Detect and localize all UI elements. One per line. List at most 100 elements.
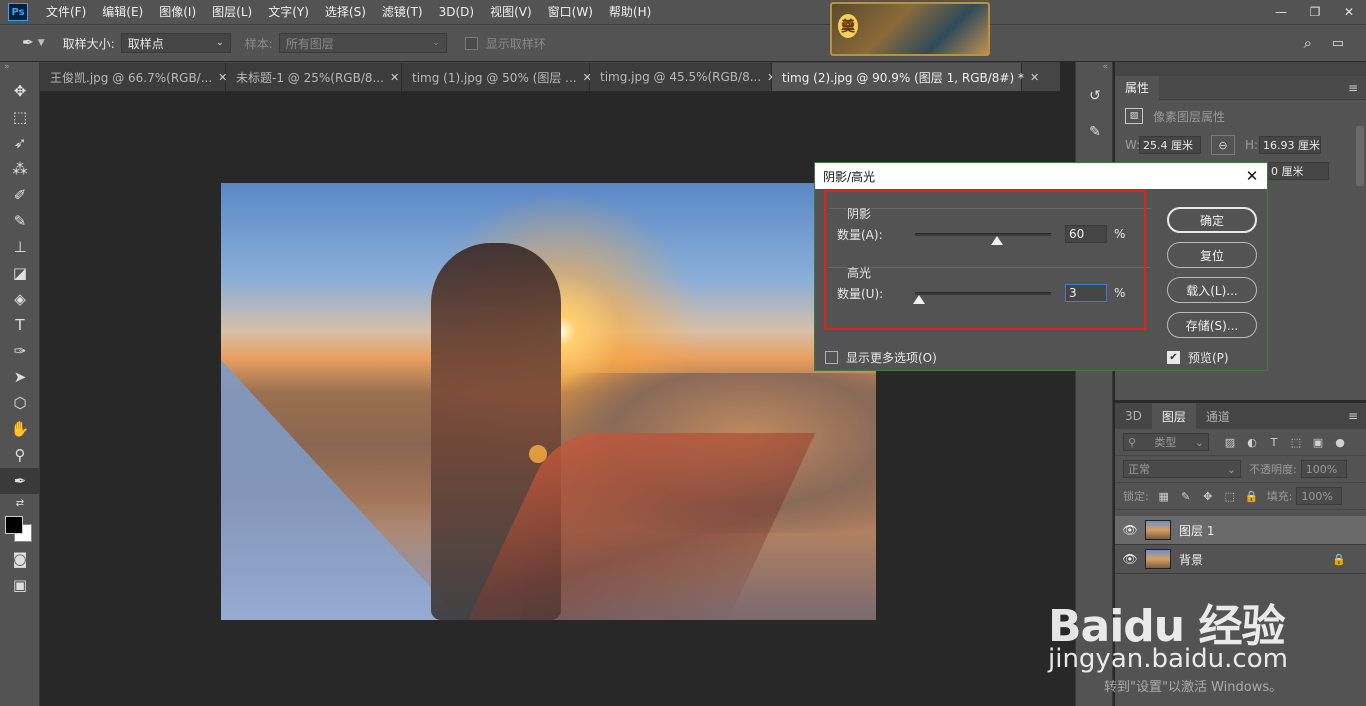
tab-timg-1[interactable]: timg (1).jpg @ 50% (图层 ... ✕: [402, 63, 592, 91]
brush-settings-icon[interactable]: ✎: [1076, 114, 1114, 150]
color-swatches[interactable]: [0, 512, 40, 546]
adjustment-filter-icon[interactable]: ◐: [1245, 436, 1259, 449]
tab-channels[interactable]: 通道: [1196, 403, 1240, 429]
shape-tool-icon[interactable]: ⬡: [0, 390, 40, 416]
load-button[interactable]: 载入(L)...: [1167, 277, 1257, 303]
tab-wangjunkai[interactable]: 王俊凯.jpg @ 66.7%(RGB/... ✕: [40, 63, 227, 91]
move-tool-icon[interactable]: ✥: [0, 78, 40, 104]
chevron-down-icon[interactable]: ▼: [38, 38, 45, 48]
lock-position-icon[interactable]: ✥: [1201, 490, 1215, 503]
fill-field[interactable]: 100%: [1296, 487, 1343, 505]
ok-button[interactable]: 确定: [1167, 207, 1257, 233]
more-options-row[interactable]: 显示更多选项(O): [825, 349, 937, 366]
tab-timg-2[interactable]: timg (2).jpg @ 90.9% (图层 1, RGB/8#) * ✕: [772, 63, 1039, 91]
opacity-field[interactable]: 100%: [1300, 460, 1347, 478]
quick-mask-icon[interactable]: ◙: [0, 546, 40, 572]
minimize-button[interactable]: —: [1264, 0, 1298, 24]
preview-checkbox[interactable]: ✔: [1167, 351, 1180, 364]
shadows-amount-input[interactable]: 60: [1065, 225, 1107, 243]
lock-artboard-icon[interactable]: ⬚: [1223, 490, 1237, 503]
shadows-slider[interactable]: [915, 232, 1051, 245]
highlights-slider-thumb[interactable]: [913, 294, 926, 304]
height-field[interactable]: 16.93 厘米: [1259, 136, 1321, 154]
pixel-filter-icon[interactable]: ▨: [1223, 436, 1237, 449]
layer-row-background[interactable]: 👁 背景 🔒: [1115, 545, 1366, 574]
panel-menu-icon[interactable]: ≡: [1348, 409, 1358, 423]
close-icon[interactable]: ✕: [390, 71, 399, 84]
show-ring-checkbox[interactable]: [464, 36, 478, 50]
save-button[interactable]: 存储(S)...: [1167, 312, 1257, 338]
panel-menu-icon[interactable]: ≡: [1348, 81, 1358, 95]
scrollbar[interactable]: [1356, 126, 1364, 186]
document-image[interactable]: [221, 183, 876, 620]
lock-transparent-icon[interactable]: ▦: [1157, 490, 1171, 503]
eraser-tool-icon[interactable]: ◪: [0, 260, 40, 286]
brush-tool-icon[interactable]: ✎: [0, 208, 40, 234]
banner-emblem: 羹: [838, 14, 858, 38]
pen-tool-icon[interactable]: ✑: [0, 338, 40, 364]
eyedropper-preset-icon[interactable]: ✒: [22, 35, 34, 51]
menu-type[interactable]: 文字(Y): [260, 0, 317, 24]
menu-edit[interactable]: 编辑(E): [94, 0, 151, 24]
collapse-arrows-icon[interactable]: »: [0, 62, 39, 78]
menu-3d[interactable]: 3D(D): [431, 0, 482, 24]
lock-all-icon[interactable]: 🔒: [1245, 490, 1259, 503]
visibility-eye-icon[interactable]: 👁: [1115, 523, 1145, 537]
shape-filter-icon[interactable]: ⬚: [1289, 436, 1303, 449]
shadows-slider-thumb[interactable]: [990, 235, 1003, 245]
highlights-slider[interactable]: [913, 291, 1051, 304]
tab-untitled-1[interactable]: 未标题-1 @ 25%(RGB/8... ✕: [226, 63, 402, 91]
width-field[interactable]: 25.4 厘米: [1139, 136, 1201, 154]
close-icon[interactable]: ✕: [1237, 167, 1267, 185]
reset-button[interactable]: 复位: [1167, 242, 1257, 268]
close-window-button[interactable]: ✕: [1332, 0, 1366, 24]
tab-3d[interactable]: 3D: [1115, 403, 1152, 429]
menu-file[interactable]: 文件(F): [38, 0, 94, 24]
restore-button[interactable]: ❐: [1298, 0, 1332, 24]
hand-tool-icon[interactable]: ✋: [0, 416, 40, 442]
paint-bucket-tool-icon[interactable]: ◈: [0, 286, 40, 312]
sample-select[interactable]: 所有图层 ⌄: [278, 33, 447, 53]
menu-filter[interactable]: 滤镜(T): [374, 0, 431, 24]
stamp-tool-icon[interactable]: ⊥: [0, 234, 40, 260]
swap-colors-icon[interactable]: ⇄: [0, 494, 40, 512]
marquee-tool-icon[interactable]: ⬚: [0, 104, 40, 130]
history-icon[interactable]: ↺: [1076, 78, 1114, 114]
close-icon[interactable]: ✕: [1030, 71, 1039, 84]
workspace-icon[interactable]: ▭: [1332, 36, 1344, 51]
lock-pixels-icon[interactable]: ✎: [1179, 490, 1193, 503]
menu-view[interactable]: 视图(V): [482, 0, 540, 24]
tab-properties[interactable]: 属性: [1115, 75, 1160, 100]
menu-window[interactable]: 窗口(W): [540, 0, 601, 24]
crop-tool-icon[interactable]: ✐: [0, 182, 40, 208]
magic-wand-tool-icon[interactable]: ⁂: [0, 156, 40, 182]
y-field[interactable]: 0 厘米: [1267, 162, 1329, 180]
tab-timg[interactable]: timg.jpg @ 45.5%(RGB/8... ✕: [590, 63, 776, 91]
screen-mode-icon[interactable]: ▣: [0, 572, 40, 598]
smart-object-filter-icon[interactable]: ▣: [1311, 436, 1325, 449]
sample-size-select[interactable]: 取样点 ⌄: [120, 33, 231, 53]
menu-select[interactable]: 选择(S): [317, 0, 374, 24]
preview-row[interactable]: ✔ 预览(P): [1167, 349, 1229, 366]
menu-image[interactable]: 图像(I): [151, 0, 204, 24]
eyedropper-tool-icon[interactable]: ✒: [0, 468, 40, 494]
type-filter-icon[interactable]: T: [1267, 436, 1281, 449]
path-selection-tool-icon[interactable]: ➤: [0, 364, 40, 390]
link-icon[interactable]: ⊖: [1211, 135, 1235, 155]
visibility-eye-icon[interactable]: 👁: [1115, 552, 1145, 566]
blend-mode-select[interactable]: 正常 ⌄: [1123, 460, 1241, 478]
layer-row-layer-1[interactable]: 👁 图层 1: [1115, 516, 1366, 545]
foreground-color-swatch[interactable]: [5, 516, 23, 534]
collapse-arrows-icon[interactable]: «: [1076, 62, 1112, 78]
highlights-amount-input[interactable]: 3: [1065, 284, 1107, 302]
lasso-tool-icon[interactable]: ➶: [0, 130, 40, 156]
filter-toggle-icon[interactable]: ●: [1333, 436, 1347, 449]
menu-help[interactable]: 帮助(H): [601, 0, 659, 24]
type-tool-icon[interactable]: T: [0, 312, 40, 338]
zoom-tool-icon[interactable]: ⚲: [0, 442, 40, 468]
more-options-checkbox[interactable]: [825, 351, 838, 364]
search-icon[interactable]: ⌕: [1304, 34, 1312, 52]
menu-layer[interactable]: 图层(L): [204, 0, 260, 24]
tab-layers[interactable]: 图层: [1151, 403, 1196, 429]
layer-filter-select[interactable]: ⚲ 类型 ⌄: [1123, 433, 1209, 451]
